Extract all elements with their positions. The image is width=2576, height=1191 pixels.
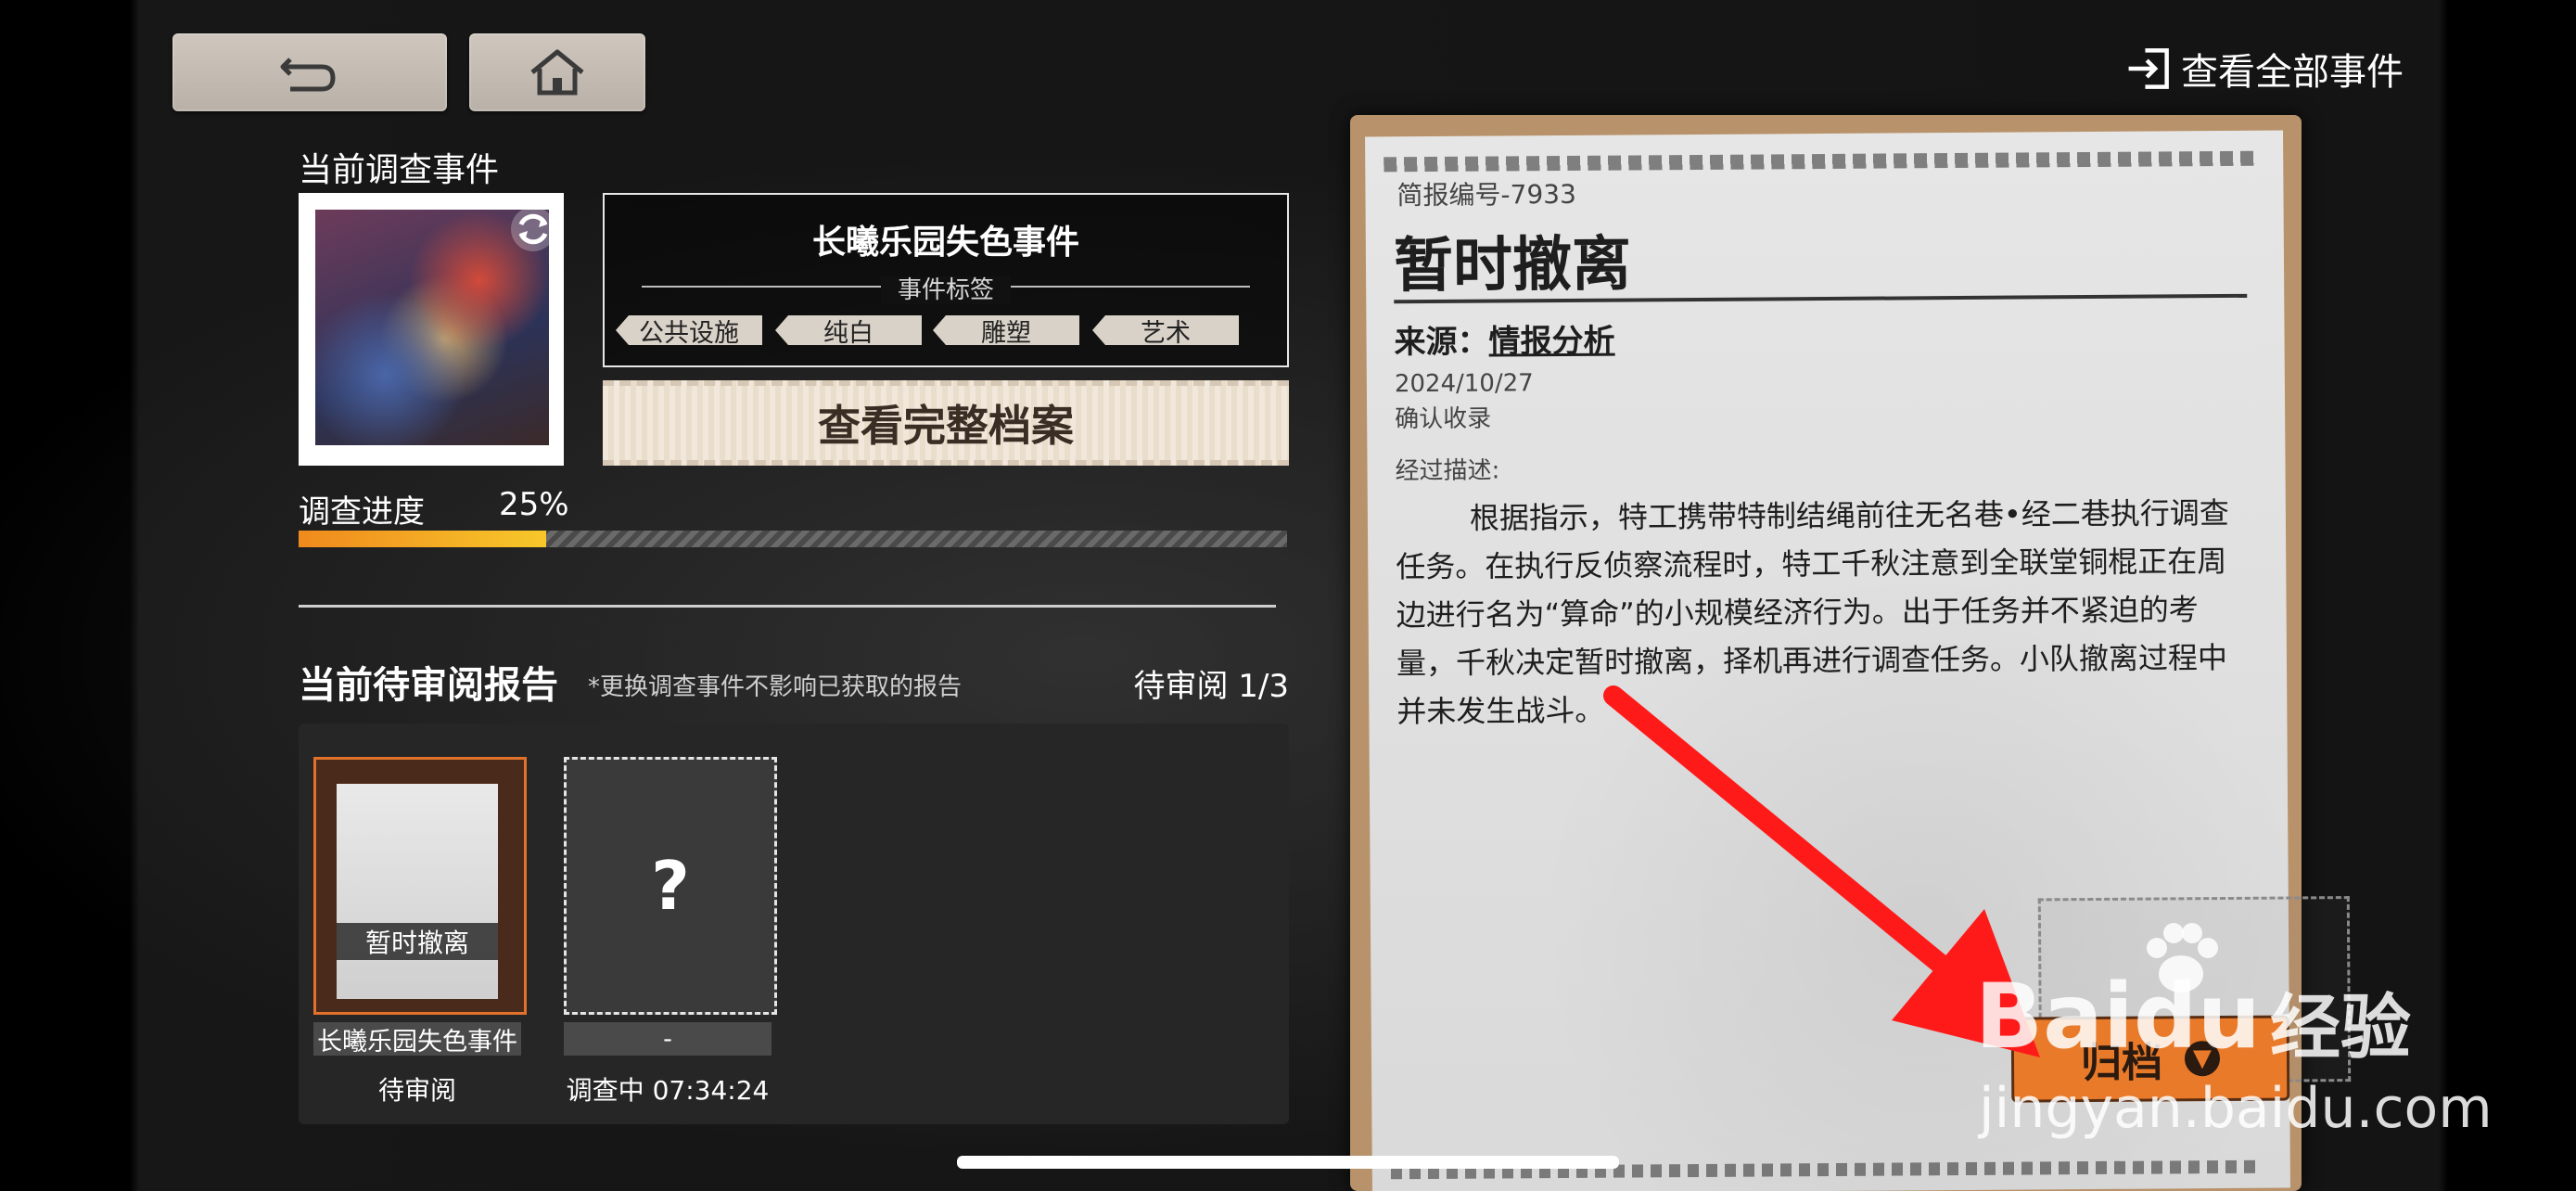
report-status: 调查中 07:34:24	[566, 1075, 770, 1106]
event-info-box: 长曦乐园失色事件 事件标签 公共设施 纯白 雕塑 艺术	[603, 193, 1289, 367]
tag-item: 公共设施	[616, 315, 762, 345]
description-label: 经过描述:	[1395, 456, 1500, 486]
tag-item: 纯白	[775, 315, 922, 345]
current-event-title: 当前调查事件	[299, 151, 500, 189]
report-number: 简报编号-7933	[1396, 178, 1576, 211]
reports-panel: 暂时撤离 长曦乐园失色事件 待审阅 ? - 调查中 07:34:24	[299, 724, 1289, 1124]
tag-item: 雕塑	[933, 315, 1079, 345]
tag-list: 公共设施 纯白 雕塑 艺术	[616, 315, 1283, 345]
report-event-name: 长曦乐园失色事件	[313, 1022, 521, 1057]
progress-bar	[299, 531, 1287, 547]
exit-icon	[2128, 48, 2169, 89]
source-line: 来源：情报分析	[1394, 315, 1614, 363]
view-full-archive-button[interactable]: 查看完整档案	[603, 380, 1289, 466]
progress-label: 调查进度	[299, 493, 425, 531]
reports-note: *更换调查事件不影响已获取的报告	[588, 673, 963, 701]
report-card[interactable]: 暂时撤离 长曦乐园失色事件 待审阅	[313, 757, 527, 1109]
report-paper-preview	[337, 784, 498, 999]
event-name: 长曦乐园失色事件	[811, 224, 1079, 262]
tag-item: 艺术	[1092, 315, 1239, 345]
unknown-report-placeholder: ?	[564, 757, 777, 1015]
home-indicator[interactable]	[957, 1156, 1619, 1169]
tags-label: 事件标签	[880, 276, 1011, 304]
refresh-icon[interactable]	[508, 204, 558, 254]
report-card-pending[interactable]: ? - 调查中 07:34:24	[564, 757, 777, 1109]
app-root: 查看全部事件 当前调查事件 长曦乐园失色事件 事件标签 公共设施 纯白 雕塑 艺…	[0, 0, 2576, 1191]
document-title: 暂时撤离	[1393, 230, 1632, 301]
progress-fill	[299, 531, 546, 547]
home-icon	[530, 49, 584, 96]
source-value[interactable]: 情报分析	[1488, 323, 1614, 361]
report-thumbnail: 暂时撤离	[313, 757, 527, 1015]
view-all-events-button[interactable]: 查看全部事件	[2125, 41, 2404, 96]
pending-count: 待审阅 1/3	[1133, 668, 1289, 705]
watermark-url: jingyan.baidu.com	[1979, 1076, 2493, 1141]
progress-value: 25%	[499, 486, 569, 523]
watermark-suffix: 经验	[2270, 986, 2411, 1069]
reports-section-title: 当前待审阅报告	[299, 664, 558, 707]
section-divider	[299, 605, 1276, 608]
report-event-name: -	[564, 1022, 772, 1056]
view-all-events-label: 查看全部事件	[2181, 51, 2404, 94]
paw-icon	[2136, 915, 2225, 1004]
report-title: 暂时撤离	[337, 923, 498, 960]
document-date: 2024/10/27	[1394, 369, 1534, 399]
back-arrow-icon	[280, 58, 336, 92]
back-button[interactable]	[172, 33, 447, 111]
received-label: 确认收录	[1395, 404, 1492, 434]
source-label: 来源：	[1394, 323, 1489, 362]
report-status: 待审阅	[377, 1075, 456, 1106]
home-button[interactable]	[469, 33, 645, 111]
redacted-header	[1384, 150, 2256, 173]
tags-label-wrap: 事件标签	[605, 271, 1287, 305]
